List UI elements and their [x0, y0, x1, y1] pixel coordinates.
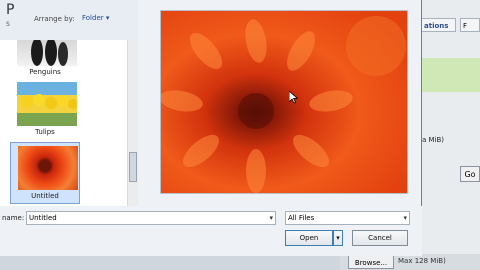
- chevron-down-icon: ▾: [336, 234, 340, 242]
- filetype-value: All Files: [288, 214, 315, 222]
- thumbnail-scrollbar[interactable]: [127, 40, 138, 206]
- cancel-button[interactable]: Cancel: [352, 230, 408, 246]
- bg-tab-operations[interactable]: ations: [420, 18, 456, 32]
- image-preview: [160, 10, 408, 194]
- filetype-select[interactable]: All Files ▾: [285, 211, 410, 225]
- thumbnail-penguins[interactable]: Penguins: [10, 40, 80, 76]
- arrange-by-dropdown[interactable]: Folder ▾: [82, 14, 109, 22]
- library-subtitle: S: [6, 21, 10, 28]
- thumbnail-label: Tulips: [35, 128, 55, 136]
- chevron-down-icon[interactable]: ▾: [269, 212, 273, 224]
- open-button[interactable]: Open: [285, 230, 333, 246]
- arrange-by-label: Arrange by:: [34, 15, 75, 23]
- bg-tab-f[interactable]: F: [460, 18, 480, 32]
- bg-status-panel: a MiB): [420, 58, 480, 144]
- filename-input[interactable]: Untitled ▾: [26, 211, 276, 225]
- bg-size-text: a MiB): [422, 136, 445, 144]
- thumbnail-untitled[interactable]: Untitled: [10, 142, 80, 204]
- open-options-button[interactable]: ▾: [333, 230, 343, 246]
- untitled-image: [18, 146, 78, 190]
- tulips-image: [17, 82, 78, 126]
- thumbnail-list[interactable]: Penguins Tulips Untitled: [0, 40, 138, 206]
- dialog-footer: name: Untitled ▾ All Files ▾ Open ▾ Canc…: [0, 206, 422, 256]
- thumbnail-tulips[interactable]: Tulips: [10, 82, 80, 136]
- bg-max-size-text: Max 128 MiB): [398, 257, 446, 265]
- filename-value: Untitled: [29, 214, 57, 222]
- chevron-down-icon: ▾: [105, 14, 110, 22]
- file-open-dialog: P S Arrange by: Folder ▾ Penguins Tulips…: [0, 0, 422, 256]
- penguins-image: [17, 40, 77, 66]
- filename-label: name:: [2, 214, 25, 222]
- background-app: ations F a MiB) Go: [420, 0, 480, 270]
- browse-button[interactable]: Browse...: [348, 255, 394, 269]
- library-toolbar: P S Arrange by: Folder ▾: [0, 0, 138, 40]
- arrange-by-value: Folder: [82, 14, 104, 22]
- library-title: P: [6, 2, 15, 18]
- bg-upload-row: Browse... Max 128 MiB): [340, 254, 480, 270]
- thumbnail-label: Penguins: [29, 68, 61, 76]
- thumbnail-label: Untitled: [31, 192, 59, 200]
- go-button[interactable]: Go: [460, 166, 480, 182]
- scroll-thumb[interactable]: [129, 152, 137, 182]
- chevron-down-icon: ▾: [403, 214, 407, 222]
